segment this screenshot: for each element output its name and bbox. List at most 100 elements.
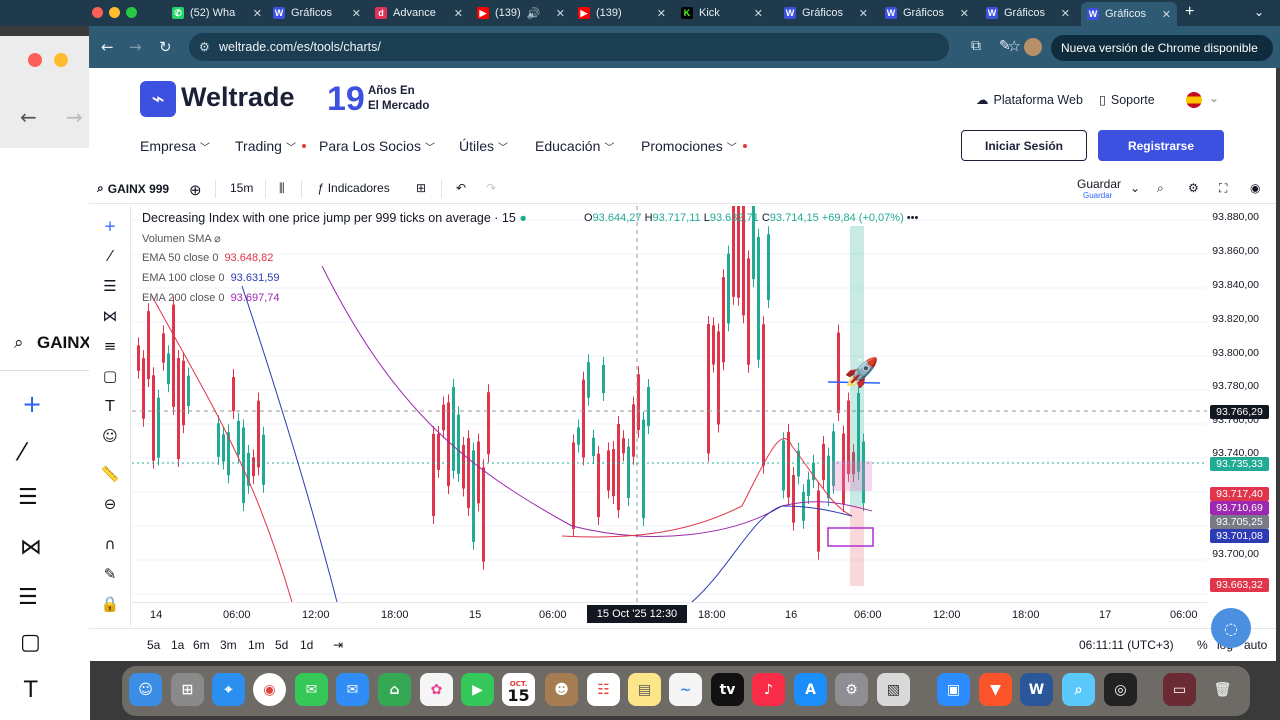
range-1m[interactable]: 1m [248,638,265,652]
price-axis[interactable]: 93.880,00 93.860,00 93.840,00 93.820,00 93.8… [1207,206,1276,602]
ruler-tool-icon[interactable]: 📏 [100,464,120,484]
lock-icon[interactable]: 🔒 [100,594,120,614]
range-1d[interactable]: 1d [300,638,313,652]
activity-icon[interactable]: ◎ [1104,673,1137,706]
symbol-search[interactable]: ⌕ GAINX 999 [97,181,169,196]
quick-search-icon[interactable]: ⌕ [1157,181,1164,196]
platform-link[interactable]: ☁ Plataforma Web [976,92,1083,108]
tab-graficos-active[interactable]: W Gráficos ✕ [1081,2,1177,26]
chevron-down-icon[interactable]: ⌄ [1130,181,1140,195]
bg-fib-tool-icon[interactable]: ☰ [18,585,38,610]
launchpad-icon[interactable]: ⊞ [171,673,204,706]
range-5d[interactable]: 5d [275,638,288,652]
tools-icon[interactable]: ✎ [999,38,1011,54]
register-button[interactable]: Registrarse [1098,130,1224,161]
extension-icon[interactable]: ⧉ [971,38,981,54]
window-close-button[interactable] [92,7,103,18]
spain-flag-icon[interactable] [1186,92,1202,108]
percent-toggle[interactable]: % [1197,638,1208,652]
horizontal-lines-tool-icon[interactable]: ☰ [100,276,120,296]
tab-close-icon[interactable]: ✕ [556,7,565,20]
lock-drawing-icon[interactable]: ✎ [100,564,120,584]
range-5y[interactable]: 5a [147,638,160,652]
tab-close-icon[interactable]: ✕ [960,7,969,20]
range-6m[interactable]: 6m [193,638,210,652]
tab-close-icon[interactable]: ✕ [454,7,463,20]
bg-pattern-tool-icon[interactable]: ⋈ [20,535,42,560]
window-minimize-button[interactable] [109,7,120,18]
brave-icon[interactable]: ▼ [979,673,1012,706]
tab-graficos-4[interactable]: W Gráficos ✕ [986,3,1070,23]
forward-button[interactable]: → [129,38,142,56]
nav-promociones[interactable]: Promociones ﹀ [641,138,747,154]
back-button[interactable]: ← [101,38,114,56]
minimized-window-icon[interactable]: ▭ [1163,673,1196,706]
chrome-update-button[interactable]: Nueva versión de Chrome disponible [1051,35,1273,61]
word-icon[interactable]: W [1020,673,1053,706]
system-settings-icon[interactable]: ⚙ [835,673,868,706]
bg-close-button[interactable] [28,53,42,67]
crosshair-tool-icon[interactable]: + [100,216,120,236]
profile-avatar[interactable] [1024,38,1042,56]
tab-close-icon[interactable]: ✕ [657,7,666,20]
bg-trendline-tool-icon[interactable]: ⁄ [20,438,24,466]
notes-icon[interactable]: ▤ [628,673,661,706]
nav-para-los-socios[interactable]: Para Los Socios ﹀ [319,138,435,154]
freeform-icon[interactable]: ~ [669,673,702,706]
rectangle-tool-icon[interactable]: ▢ [100,366,120,386]
brand-name[interactable]: Weltrade [181,82,295,113]
weltrade-logo-icon[interactable]: ⌁ [140,81,176,117]
trash-icon[interactable]: 🗑 [1206,673,1239,706]
settings-icon[interactable]: ⚙ [1188,181,1199,195]
chart-area[interactable]: Decreasing Index with one price jump per… [132,206,1207,602]
emoji-tool-icon[interactable]: ☺ [100,426,120,446]
undo-icon[interactable]: ↶ [456,181,466,195]
new-tab-button[interactable]: + [1185,3,1194,21]
tab-close-icon[interactable]: ✕ [352,7,361,20]
facetime-icon[interactable]: ▶ [461,673,494,706]
tab-search-chevron-icon[interactable]: ⌄ [1254,5,1264,19]
nav-educacion[interactable]: Educación ﹀ [535,138,614,154]
tab-close-icon[interactable]: ✕ [754,7,763,20]
nav-trading[interactable]: Trading ﹀ [235,138,306,154]
tab-graficos-1[interactable]: W Gráficos ✕ [273,3,361,23]
messages-icon[interactable]: ✉ [295,673,328,706]
tab-graficos-3[interactable]: W Gráficos ✕ [885,3,969,23]
tab-close-icon[interactable]: ✕ [253,7,262,20]
bg-rectangle-tool-icon[interactable]: ▢ [20,630,41,655]
compare-add-icon[interactable]: ⊕ [189,181,202,199]
date-range-icon[interactable]: ⇥ [333,638,343,652]
site-info-icon[interactable]: ⚙ [199,40,210,54]
layouts-icon[interactable]: ⊞ [416,181,426,195]
range-3m[interactable]: 3m [220,638,237,652]
photos-icon[interactable]: ✿ [420,673,453,706]
bg-lines-tool-icon[interactable]: ☰ [18,485,38,510]
screenshot-icon[interactable]: ◉ [1250,181,1260,195]
fullscreen-icon[interactable]: ⛶ [1219,181,1227,196]
music-icon[interactable]: ♪ [752,673,785,706]
tab-advance[interactable]: d Advance ✕ [375,3,463,23]
tab-close-icon[interactable]: ✕ [1061,7,1070,20]
candles-icon[interactable]: ⫼ [279,181,285,196]
tab-graficos-2[interactable]: W Gráficos ✕ [784,3,868,23]
app-store-icon[interactable]: A [794,673,827,706]
login-button[interactable]: Iniciar Sesión [961,130,1087,161]
range-1y[interactable]: 1a [171,638,184,652]
zoom-tool-icon[interactable]: ⊖ [100,494,120,514]
maps-icon[interactable]: ⌂ [378,673,411,706]
save-button[interactable]: Guardar Guardar [1077,177,1121,200]
tab-youtube-1[interactable]: ▶ (139) 🔊 ✕ [477,3,565,23]
safari-icon[interactable]: ⌖ [212,673,245,706]
tab-whatsapp[interactable]: ✆ (52) Wha ✕ [172,3,262,23]
volume-legend[interactable]: Volumen SMA ⌀ [142,232,221,245]
ema200-legend[interactable]: EMA 200 close 0 93.697,74 [142,292,280,304]
price-chart[interactable] [132,206,1207,602]
bg-crosshair-tool-icon[interactable]: + [22,390,42,418]
reminders-icon[interactable]: ☷ [587,673,620,706]
fib-tool-icon[interactable]: ≡ [100,336,120,356]
bg-minimize-button[interactable] [54,53,68,67]
tab-close-icon[interactable]: ✕ [859,7,868,20]
pattern-tool-icon[interactable]: ⋈ [100,306,120,326]
search-app-icon[interactable]: ⌕ [1062,673,1095,706]
ema100-legend[interactable]: EMA 100 close 0 93.631,59 [142,272,280,284]
